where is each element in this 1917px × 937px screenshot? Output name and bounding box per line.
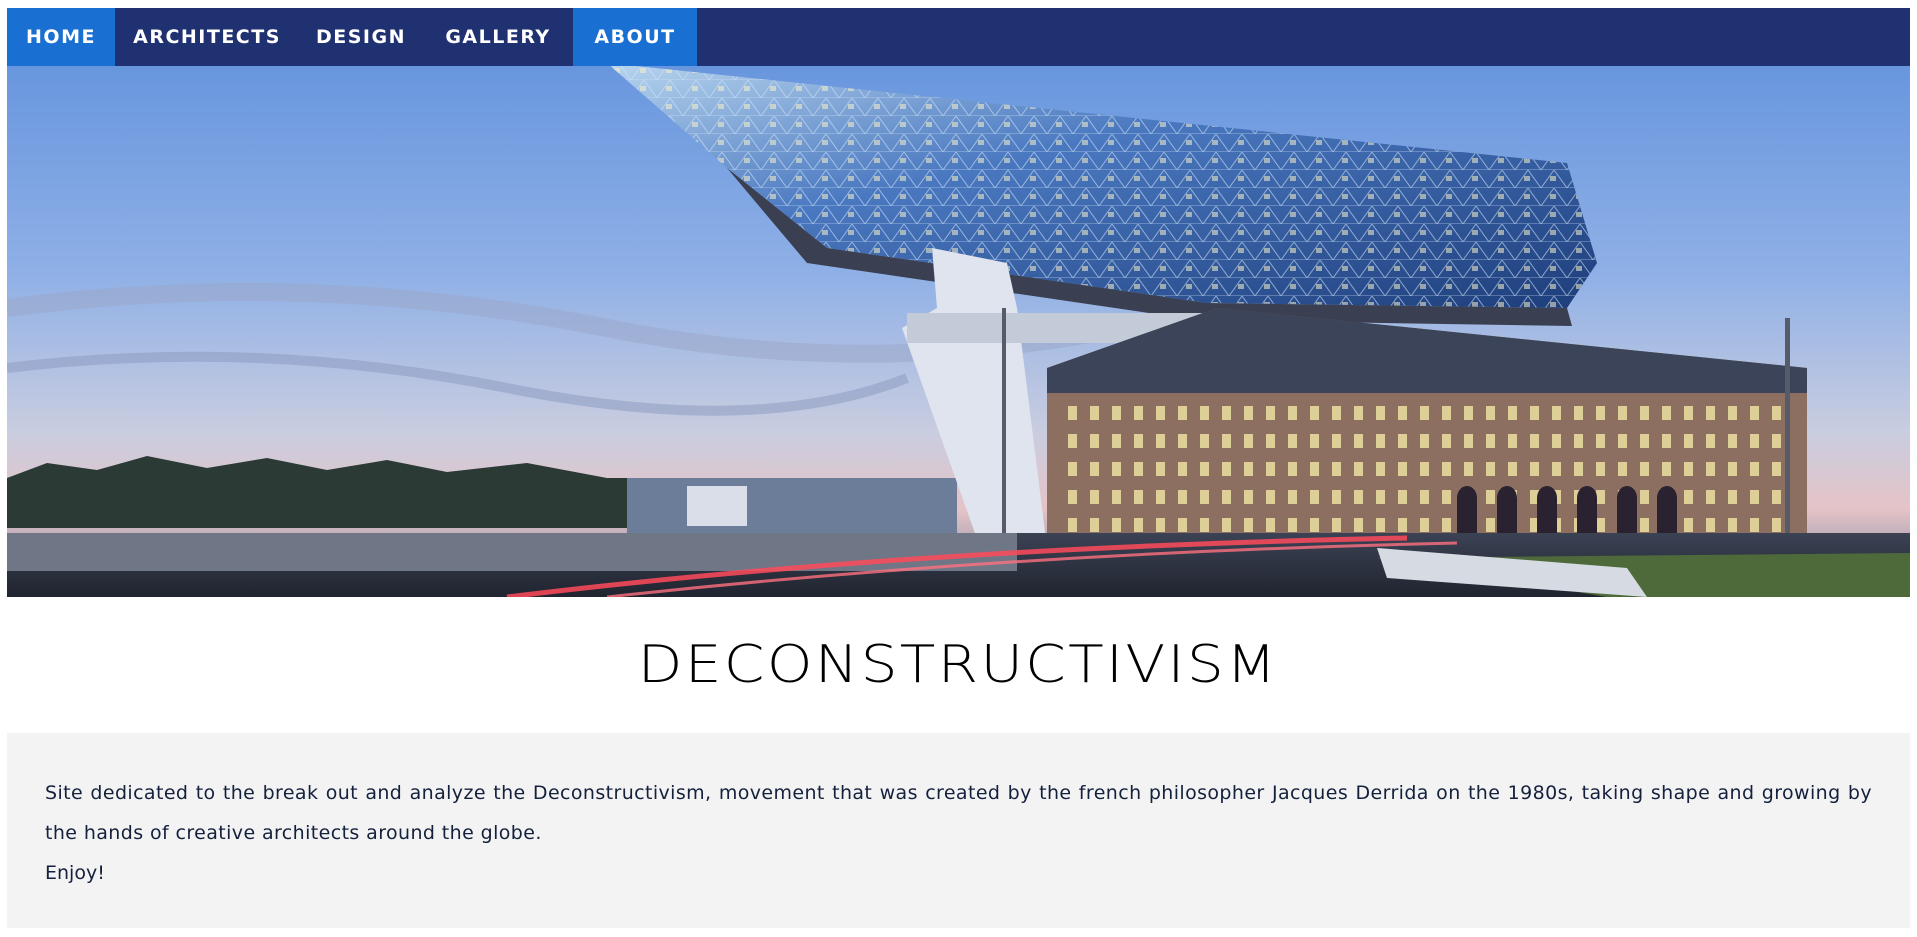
nav-gallery[interactable]: GALLERY: [423, 8, 573, 66]
intro-panel: Site dedicated to the break out and anal…: [7, 733, 1910, 928]
nav-home[interactable]: HOME: [7, 8, 115, 66]
hero-image: [7, 8, 1910, 597]
nav-design-label: DESIGN: [315, 26, 406, 48]
nav-architects-label: ARCHITECTS: [133, 26, 281, 48]
closing-text: Enjoy!: [45, 862, 105, 884]
nav-about-label: ABOUT: [594, 26, 676, 48]
title-section: DECONSTRUCTIVISM: [7, 597, 1910, 733]
nav-design[interactable]: DESIGN: [299, 8, 423, 66]
main-navbar: HOME ARCHITECTS DESIGN GALLERY ABOUT: [7, 8, 1910, 66]
nav-home-label: HOME: [26, 26, 96, 48]
nav-architects[interactable]: ARCHITECTS: [115, 8, 299, 66]
page-title: DECONSTRUCTIVISM: [638, 635, 1279, 695]
intro-text: Site dedicated to the break out and anal…: [45, 782, 1872, 844]
nav-gallery-label: GALLERY: [445, 26, 551, 48]
nav-about[interactable]: ABOUT: [573, 8, 697, 66]
hero-banner: HOME ARCHITECTS DESIGN GALLERY ABOUT: [7, 8, 1910, 597]
